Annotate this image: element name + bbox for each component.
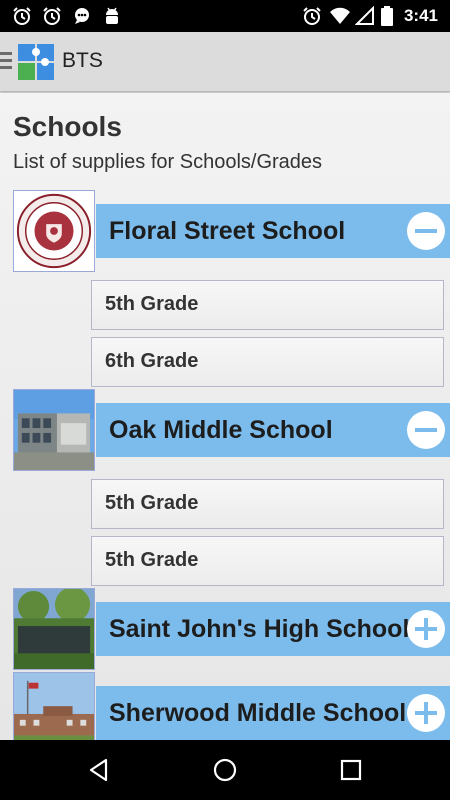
battery-icon [381, 6, 393, 26]
school-sign-image [14, 589, 94, 669]
school-thumbnail [13, 672, 95, 740]
back-icon[interactable] [86, 757, 112, 783]
minus-circle-icon[interactable] [407, 212, 445, 250]
puzzle-logo-icon[interactable] [18, 44, 54, 80]
app-bar: BTS [0, 32, 450, 92]
recents-icon[interactable] [338, 757, 364, 783]
alarm-icon [43, 7, 61, 25]
app-title: BTS [62, 49, 103, 72]
school-name: Floral Street School [109, 217, 346, 245]
school-header-bar[interactable]: Floral Street School [96, 204, 450, 258]
status-bar: 3:41 [0, 0, 450, 32]
grade-item[interactable]: 6th Grade [91, 337, 444, 387]
grade-label: 5th Grade [105, 549, 199, 571]
wifi-icon [330, 7, 350, 25]
grade-label: 6th Grade [105, 350, 199, 372]
school-campus-image [14, 673, 94, 740]
alarm-icon [303, 7, 321, 25]
signal-icon [355, 6, 374, 25]
school-building-image [14, 390, 94, 470]
status-time: 3:41 [403, 6, 438, 25]
school-item-sherwood: Sherwood Middle School [0, 672, 450, 740]
system-nav-bar [0, 740, 450, 800]
school-thumbnail [13, 588, 95, 670]
grade-label: 5th Grade [105, 293, 199, 315]
school-name: Saint John's High School [109, 615, 410, 643]
schools-content[interactable]: Schools List of supplies for Schools/Gra… [0, 93, 450, 740]
drawer-menu-icon[interactable] [0, 52, 14, 72]
plus-circle-icon[interactable] [407, 694, 445, 732]
school-header-bar[interactable]: Oak Middle School [96, 403, 450, 457]
grade-label: 5th Grade [105, 492, 199, 514]
school-name: Sherwood Middle School [109, 699, 407, 727]
school-thumbnail [13, 190, 95, 272]
home-icon[interactable] [212, 757, 238, 783]
school-name: Oak Middle School [109, 416, 333, 444]
school-item-saint-johns: Saint John's High School [0, 588, 450, 670]
grade-item[interactable]: 5th Grade [91, 280, 444, 330]
school-item-oak-middle: Oak Middle School [0, 389, 450, 471]
alarm-icon [13, 7, 31, 25]
plus-circle-icon[interactable] [407, 610, 445, 648]
grade-item[interactable]: 5th Grade [91, 536, 444, 586]
page-title: Schools [13, 111, 122, 142]
minus-circle-icon[interactable] [407, 411, 445, 449]
page-subtitle: List of supplies for Schools/Grades [13, 151, 323, 173]
school-header-bar[interactable]: Saint John's High School [96, 602, 450, 656]
school-thumbnail [13, 389, 95, 471]
school-header-bar[interactable]: Sherwood Middle School [96, 686, 450, 740]
grade-item[interactable]: 5th Grade [91, 479, 444, 529]
android-icon [106, 7, 118, 24]
school-seal-image [14, 191, 94, 271]
chat-icon [75, 8, 89, 24]
school-item-floral-street: Floral Street School [0, 190, 450, 272]
